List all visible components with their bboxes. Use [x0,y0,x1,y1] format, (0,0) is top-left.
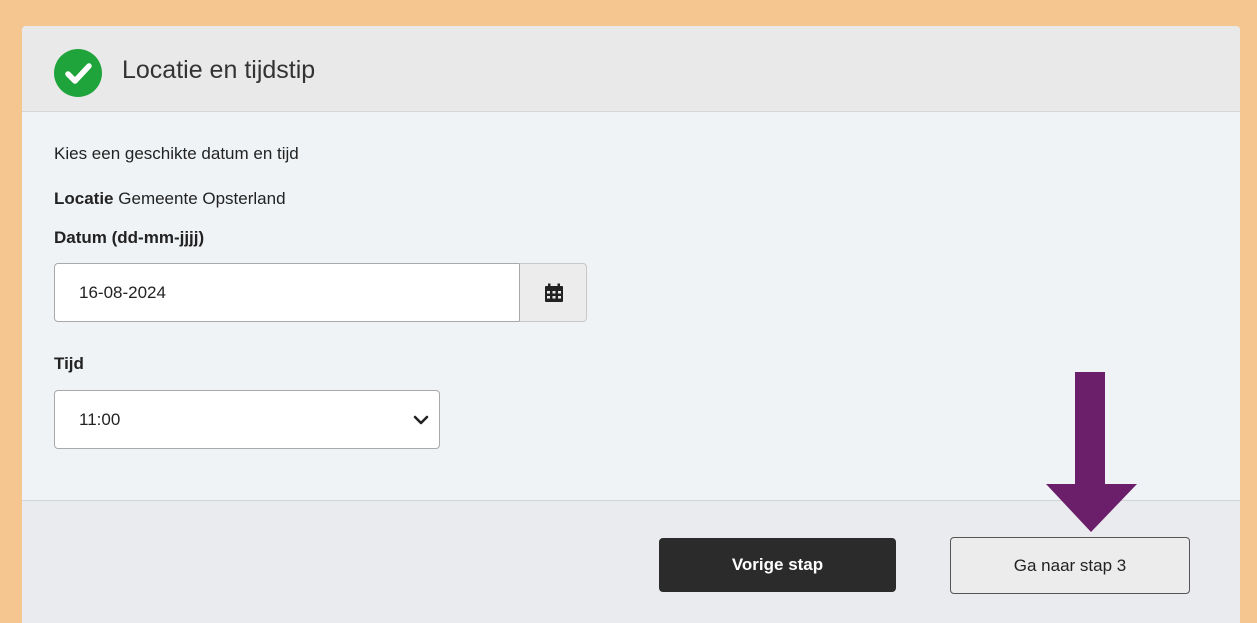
time-select[interactable]: 11:00 [54,390,440,449]
time-label: Tijd [54,354,84,373]
time-select-value: 11:00 [79,410,121,429]
location-label: Locatie [54,189,114,208]
date-label: Datum (dd-mm-jjjj) [54,228,205,247]
next-step-button[interactable]: Ga naar stap 3 [950,537,1190,594]
chevron-down-icon [413,415,429,425]
step-header: Locatie en tijdstip [22,26,1240,112]
intro-text: Kies een geschikte datum en tijd [54,144,299,163]
check-circle-icon [54,49,102,97]
calendar-button[interactable] [519,263,587,322]
location-value: Gemeente Opsterland [118,189,286,208]
location-line: Locatie Gemeente Opsterland [54,189,286,209]
annotation-arrow-icon [1046,372,1137,532]
previous-step-button[interactable]: Vorige stap [659,538,896,592]
calendar-icon [545,283,563,302]
date-input[interactable]: 16-08-2024 [54,263,520,322]
date-input-group: 16-08-2024 [54,263,587,322]
step-title: Locatie en tijdstip [122,56,316,84]
